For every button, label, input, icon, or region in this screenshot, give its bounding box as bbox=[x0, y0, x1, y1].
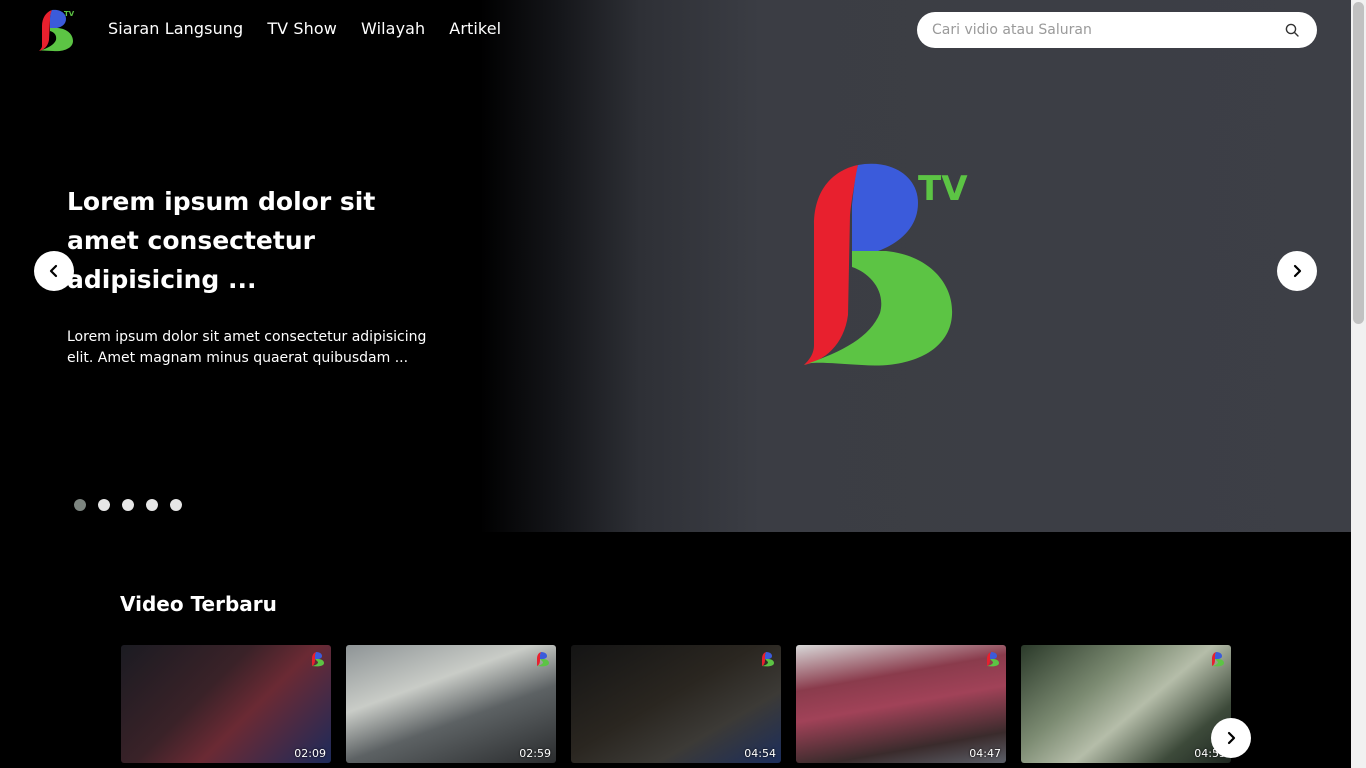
video-card[interactable]: 02:09 bbox=[121, 645, 331, 763]
video-duration: 04:47 bbox=[969, 747, 1001, 760]
chevron-right-icon bbox=[1293, 264, 1302, 278]
btv-watermark-icon bbox=[537, 652, 549, 667]
video-card[interactable]: 02:59 bbox=[346, 645, 556, 763]
page: TV TV Siaran Langsung TV Show Wilayah Ar… bbox=[0, 0, 1366, 768]
video-card[interactable]: 04:54 bbox=[571, 645, 781, 763]
svg-text:TV: TV bbox=[64, 10, 75, 18]
hero-title: Lorem ipsum dolor sit amet consectetur a… bbox=[67, 187, 376, 294]
btv-watermark-icon bbox=[987, 652, 999, 667]
hero-caption: Lorem ipsum dolor sit amet consectetur a… bbox=[67, 182, 447, 369]
video-duration: 02:09 bbox=[294, 747, 326, 760]
page-scrollbar[interactable] bbox=[1351, 0, 1366, 768]
carousel-dot-3[interactable] bbox=[122, 499, 134, 511]
btv-watermark-icon bbox=[312, 652, 324, 667]
latest-videos-row: 02:09 02:59 04:54 04:47 04:55 bbox=[121, 645, 1231, 763]
carousel-dot-2[interactable] bbox=[98, 499, 110, 511]
scrollbar-thumb[interactable] bbox=[1353, 2, 1364, 324]
hero-description: Lorem ipsum dolor sit amet consectetur a… bbox=[67, 329, 427, 366]
carousel-dot-1[interactable] bbox=[74, 499, 86, 511]
chevron-right-icon bbox=[1227, 731, 1236, 745]
hero-next-button[interactable] bbox=[1277, 251, 1317, 291]
section-title-video-terbaru: Video Terbaru bbox=[120, 592, 277, 616]
video-duration: 02:59 bbox=[519, 747, 551, 760]
nav-tv-show[interactable]: TV Show bbox=[267, 18, 337, 40]
carousel-indicators bbox=[74, 499, 182, 511]
tv-logo-text: TV bbox=[918, 169, 968, 209]
carousel-dot-4[interactable] bbox=[146, 499, 158, 511]
top-navbar: TV Siaran Langsung TV Show Wilayah Artik… bbox=[0, 0, 1351, 60]
search-icon[interactable] bbox=[1285, 23, 1299, 37]
search-input[interactable] bbox=[932, 18, 1282, 42]
video-duration: 04:54 bbox=[744, 747, 776, 760]
main-nav: Siaran Langsung TV Show Wilayah Artikel bbox=[108, 18, 501, 40]
nav-wilayah[interactable]: Wilayah bbox=[361, 18, 425, 40]
video-card[interactable]: 04:55 bbox=[1021, 645, 1231, 763]
chevron-left-icon bbox=[49, 264, 58, 278]
nav-siaran-langsung[interactable]: Siaran Langsung bbox=[108, 18, 243, 40]
hero-prev-button[interactable] bbox=[34, 251, 74, 291]
search-box bbox=[917, 12, 1317, 48]
carousel-dot-5[interactable] bbox=[170, 499, 182, 511]
videos-next-button[interactable] bbox=[1211, 718, 1251, 758]
btv-watermark-icon bbox=[762, 652, 774, 667]
btv-watermark-icon bbox=[1212, 652, 1224, 667]
video-card[interactable]: 04:47 bbox=[796, 645, 1006, 763]
btv-hero-logo: TV bbox=[804, 163, 968, 366]
nav-artikel[interactable]: Artikel bbox=[449, 18, 501, 40]
site-logo[interactable]: TV bbox=[38, 8, 78, 52]
hero-banner: TV TV Siaran Langsung TV Show Wilayah Ar… bbox=[0, 0, 1351, 532]
